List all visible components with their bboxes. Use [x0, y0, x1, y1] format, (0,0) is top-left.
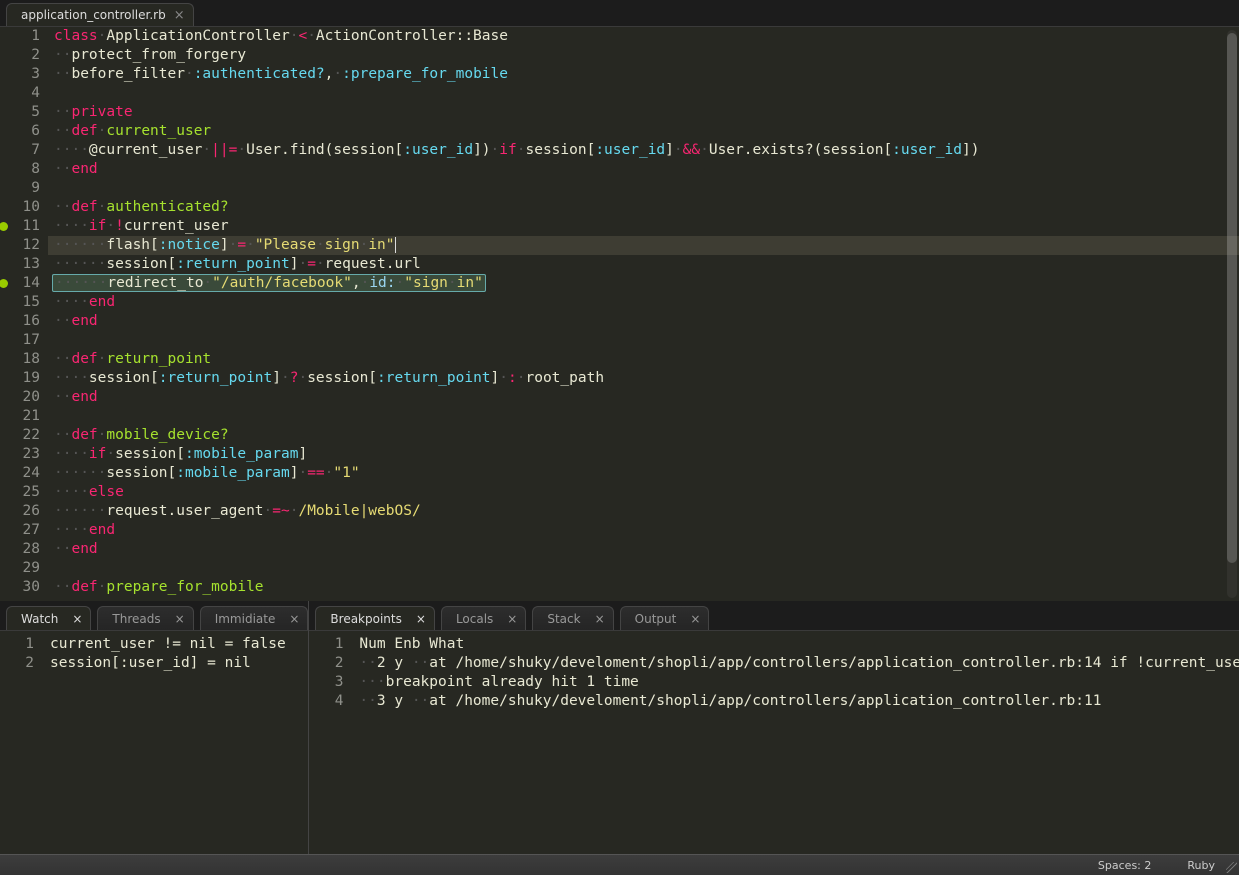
tab-label: Watch — [21, 612, 58, 626]
code-line[interactable]: ······request.user_agent·=~·/Mobile|webO… — [48, 502, 1239, 521]
tab-label: Threads — [112, 612, 160, 626]
close-icon[interactable]: × — [289, 612, 299, 626]
debug-tab[interactable]: Output × — [620, 606, 710, 630]
tab-label: Breakpoints — [330, 612, 401, 626]
code-line[interactable]: ······redirect_to·"/auth/facebook",·id:·… — [48, 274, 1239, 293]
code-line[interactable] — [48, 84, 1239, 103]
debug-tab[interactable]: Locals × — [441, 606, 526, 630]
code-line[interactable]: ··def·authenticated? — [48, 198, 1239, 217]
breakpoint-line[interactable]: Num Enb What — [359, 635, 1239, 654]
breakpoint-body[interactable]: Num Enb What··2 y ··at /home/shuky/devel… — [353, 631, 1239, 854]
code-editor[interactable]: 1234567891011121314151617181920212223242… — [0, 27, 1239, 601]
tab-label: Locals — [456, 612, 493, 626]
status-spaces[interactable]: Spaces: 2 — [1098, 859, 1151, 872]
code-line[interactable]: ····@current_user·||=·User.find(session[… — [48, 141, 1239, 160]
code-line[interactable] — [48, 559, 1239, 578]
code-line[interactable]: ····if·session[:mobile_param] — [48, 445, 1239, 464]
status-bar: Spaces: 2 Ruby — [0, 854, 1239, 875]
debug-tab[interactable]: Immidiate × — [200, 606, 309, 630]
close-icon[interactable]: × — [72, 612, 82, 626]
code-line[interactable]: ······session[:return_point]·=·request.u… — [48, 255, 1239, 274]
code-line[interactable]: ····else — [48, 483, 1239, 502]
status-language[interactable]: Ruby — [1187, 859, 1215, 872]
close-icon[interactable]: × — [175, 612, 185, 626]
code-line[interactable]: ··before_filter·:authenticated?,·:prepar… — [48, 65, 1239, 84]
breakpoint-line[interactable]: ··2 y ··at /home/shuky/develoment/shopli… — [359, 654, 1239, 673]
tab-label: Stack — [547, 612, 580, 626]
tab-label: Immidiate — [215, 612, 276, 626]
code-line[interactable]: ··def·prepare_for_mobile — [48, 578, 1239, 597]
code-line[interactable]: ··def·current_user — [48, 122, 1239, 141]
debug-tab[interactable]: Stack × — [532, 606, 613, 630]
code-line[interactable]: ······session[:mobile_param]·==·"1" — [48, 464, 1239, 483]
close-icon[interactable]: × — [690, 612, 700, 626]
code-line[interactable]: ··protect_from_forgery — [48, 46, 1239, 65]
code-line[interactable]: ······flash[:notice]·=·"Please·sign·in" — [48, 236, 1239, 255]
code-line[interactable] — [48, 331, 1239, 350]
code-line[interactable]: ··end — [48, 160, 1239, 179]
code-line[interactable]: ····if·!current_user — [48, 217, 1239, 236]
debug-left-body: 12 current_user != nil = falsesession[:u… — [0, 631, 308, 854]
debug-tab[interactable]: Breakpoints × — [315, 606, 435, 630]
close-icon[interactable]: × — [174, 8, 185, 23]
debug-tab[interactable]: Threads × — [97, 606, 193, 630]
breakpoint-line[interactable]: ···breakpoint already hit 1 time — [359, 673, 1239, 692]
code-line[interactable]: ··end — [48, 388, 1239, 407]
code-line[interactable]: ····session[:return_point]·?·session[:re… — [48, 369, 1239, 388]
breakpoint-line[interactable]: ··3 y ··at /home/shuky/develoment/shopli… — [359, 692, 1239, 711]
tab-label: Output — [635, 612, 677, 626]
code-line[interactable] — [48, 179, 1239, 198]
close-icon[interactable]: × — [595, 612, 605, 626]
code-line[interactable] — [48, 407, 1239, 426]
editor-tabbar: application_controller.rb × — [0, 0, 1239, 27]
debug-right-body: 1234 Num Enb What··2 y ··at /home/shuky/… — [309, 631, 1239, 854]
code-line[interactable]: ··end — [48, 540, 1239, 559]
debug-tab[interactable]: Watch × — [6, 606, 91, 630]
file-tab-label: application_controller.rb — [21, 8, 166, 22]
close-icon[interactable]: × — [416, 612, 426, 626]
debug-panel-left: Watch × Threads × Immidiate × 12 current_user… — [0, 601, 309, 854]
watch-line[interactable]: session[:user_id] = nil — [50, 654, 308, 673]
line-gutter: 1234567891011121314151617181920212223242… — [0, 27, 48, 601]
code-line[interactable]: ··def·mobile_device? — [48, 426, 1239, 445]
breakpoint-gutter: 1234 — [309, 631, 353, 854]
watch-body[interactable]: current_user != nil = falsesession[:user… — [44, 631, 308, 854]
code-line[interactable]: ··private — [48, 103, 1239, 122]
file-tab[interactable]: application_controller.rb × — [6, 3, 194, 26]
debug-panel-right: Breakpoints × Locals × Stack × Output × 1234 Nu… — [309, 601, 1239, 854]
debug-left-tabbar: Watch × Threads × Immidiate × — [0, 601, 308, 631]
code-line[interactable]: class·ApplicationController·<·ActionCont… — [48, 27, 1239, 46]
close-icon[interactable]: × — [507, 612, 517, 626]
code-line[interactable]: ··end — [48, 312, 1239, 331]
watch-line[interactable]: current_user != nil = false — [50, 635, 308, 654]
debug-right-tabbar: Breakpoints × Locals × Stack × Output × — [309, 601, 1239, 631]
editor-scroll-thumb[interactable] — [1227, 33, 1237, 563]
watch-gutter: 12 — [0, 631, 44, 854]
code-line[interactable]: ··def·return_point — [48, 350, 1239, 369]
code-line[interactable]: ····end — [48, 521, 1239, 540]
resize-grip-icon[interactable] — [1226, 862, 1237, 873]
code-line[interactable]: ····end — [48, 293, 1239, 312]
editor-scrollbar[interactable] — [1227, 30, 1237, 598]
debug-area: Watch × Threads × Immidiate × 12 current_user… — [0, 601, 1239, 854]
code-body[interactable]: class·ApplicationController·<·ActionCont… — [48, 27, 1239, 601]
